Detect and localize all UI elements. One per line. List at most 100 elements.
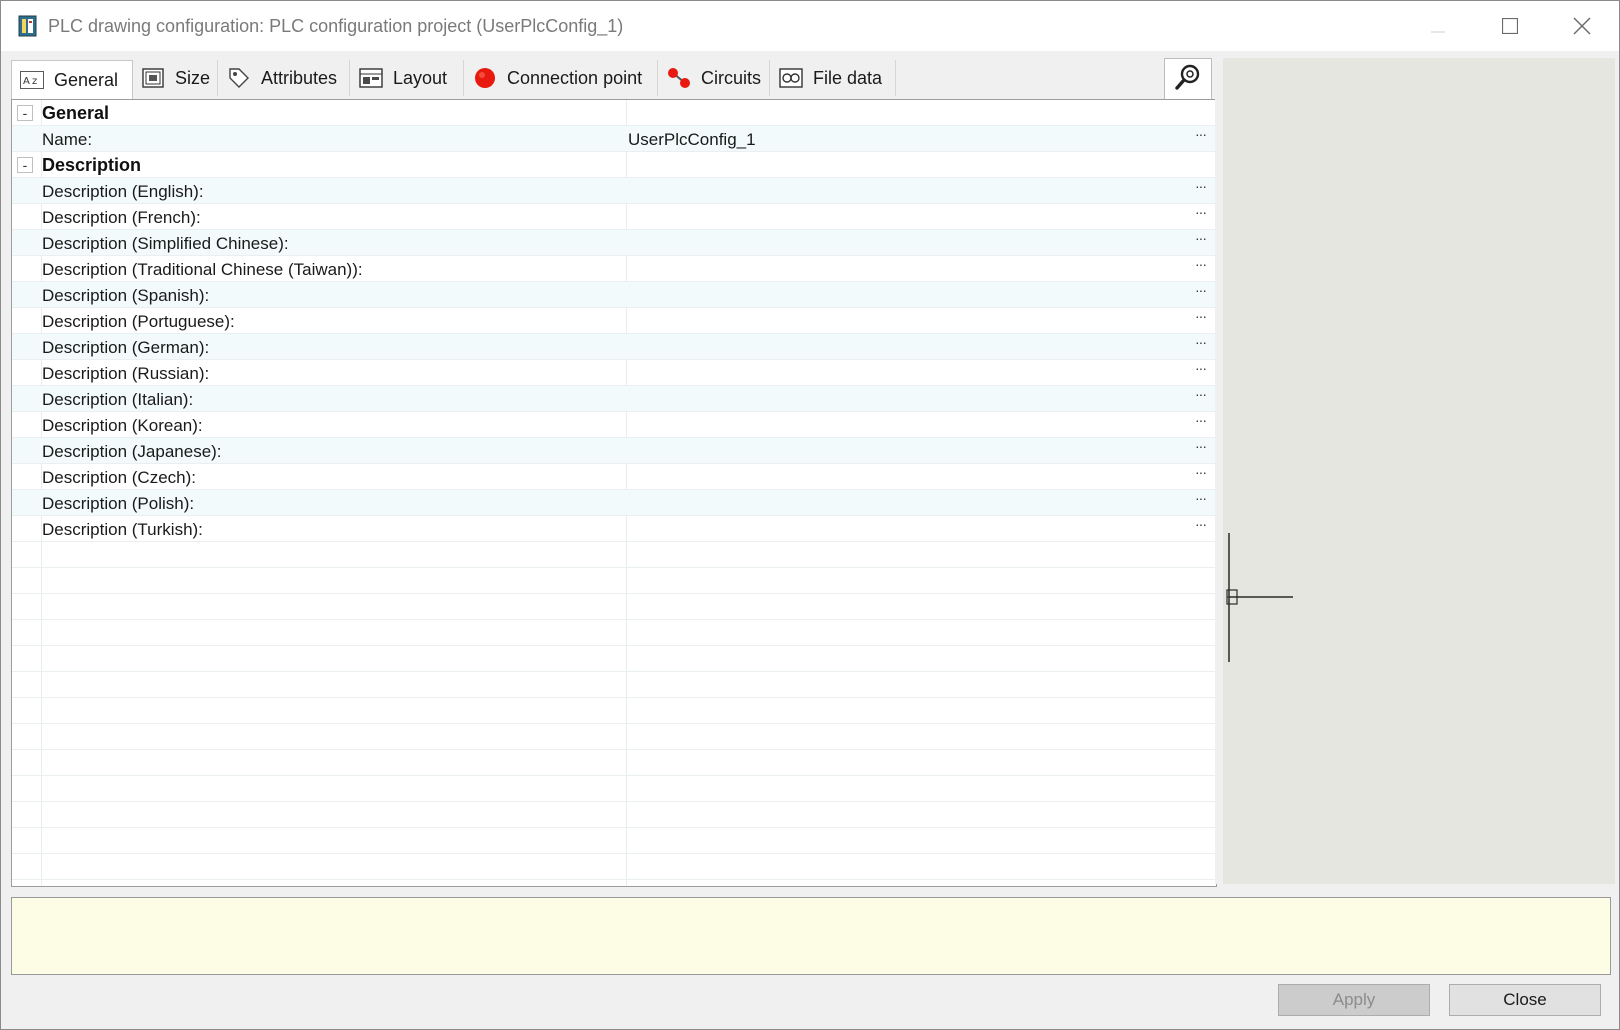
empty-grid-row <box>12 854 1216 880</box>
tab-file-data[interactable]: File data <box>771 60 896 96</box>
property-label: Description (Turkish): <box>42 520 203 539</box>
property-row-description[interactable]: Description (Italian): ··· <box>12 386 1216 412</box>
pane-gap <box>1215 58 1223 884</box>
tab-general[interactable]: Az General <box>11 60 133 99</box>
empty-grid-row <box>12 880 1216 886</box>
property-value[interactable]: UserPlcConfig_1 <box>628 130 756 150</box>
property-row-description[interactable]: Description (Traditional Chinese (Taiwan… <box>12 256 1216 282</box>
ellipsis-button[interactable]: ··· <box>1195 412 1207 428</box>
ellipsis-button[interactable]: ··· <box>1195 230 1207 246</box>
apply-button[interactable]: Apply <box>1278 984 1430 1016</box>
property-row-name[interactable]: Name: UserPlcConfig_1 ··· <box>12 126 1216 152</box>
property-row-description[interactable]: Description (English): ··· <box>12 178 1216 204</box>
message-box <box>11 897 1611 975</box>
property-row-description[interactable]: Description (Turkish): ··· <box>12 516 1216 542</box>
tab-label: Circuits <box>701 67 762 88</box>
property-row-description[interactable]: Description (Spanish): ··· <box>12 282 1216 308</box>
empty-grid-row <box>12 750 1216 776</box>
empty-grid-row <box>12 776 1216 802</box>
ellipsis-button[interactable]: ··· <box>1195 204 1207 220</box>
property-label: Description (Japanese): <box>42 442 222 461</box>
category-label: General <box>42 103 110 123</box>
ellipsis-button[interactable]: ··· <box>1195 386 1207 402</box>
tab-size[interactable]: Size <box>133 60 218 96</box>
collapse-toggle[interactable]: - <box>17 105 33 121</box>
close-window-button[interactable] <box>1549 1 1615 51</box>
empty-grid-row <box>12 542 1216 568</box>
layout-icon <box>359 67 383 89</box>
preview-pane[interactable] <box>1223 58 1615 884</box>
tab-label: Layout <box>393 67 448 88</box>
minimize-button[interactable] <box>1405 1 1471 51</box>
tab-label: Connection point <box>507 67 643 88</box>
find-button[interactable] <box>1164 58 1212 100</box>
property-label: Description (Spanish): <box>42 286 210 305</box>
ellipsis-button[interactable]: ··· <box>1195 464 1207 480</box>
ellipsis-button[interactable]: ··· <box>1195 516 1207 532</box>
property-label: Description (Italian): <box>42 390 194 409</box>
property-label: Description (Portuguese): <box>42 312 235 331</box>
empty-grid-row <box>12 568 1216 594</box>
preview-drawing <box>1226 533 1293 662</box>
ellipsis-button[interactable]: ··· <box>1195 282 1207 298</box>
ellipsis-button[interactable]: ··· <box>1195 256 1207 272</box>
property-label: Description (German): <box>42 338 210 357</box>
dialog-window: PLC drawing configuration: PLC configura… <box>0 0 1620 1030</box>
tab-connection-point[interactable]: Connection point <box>465 60 658 96</box>
title-bar[interactable]: PLC drawing configuration: PLC configura… <box>1 1 1619 51</box>
property-label: Description (French): <box>42 208 201 227</box>
property-row-description[interactable]: Description (Czech): ··· <box>12 464 1216 490</box>
size-icon <box>141 67 165 89</box>
property-row-description[interactable]: Description (Simplified Chinese): ··· <box>12 230 1216 256</box>
ellipsis-button[interactable]: ··· <box>1195 438 1207 454</box>
tab-circuits[interactable]: Circuits <box>659 60 770 96</box>
close-button[interactable]: Close <box>1449 984 1601 1016</box>
tab-strip: Az General Size Attributes Layout Connec… <box>11 60 1151 99</box>
property-grid[interactable]: - General Name: UserPlcConfig_1 ··· - De… <box>11 99 1217 887</box>
ellipsis-button[interactable]: ··· <box>1195 126 1207 142</box>
tab-layout[interactable]: Layout <box>351 60 464 96</box>
ellipsis-button[interactable]: ··· <box>1195 360 1207 376</box>
property-label: Description (English): <box>42 182 204 201</box>
property-label: Description (Simplified Chinese): <box>42 234 289 253</box>
empty-grid-row <box>12 802 1216 828</box>
property-row-description[interactable]: Description (Japanese): ··· <box>12 438 1216 464</box>
ellipsis-button[interactable]: ··· <box>1195 334 1207 350</box>
minimize-icon <box>1431 19 1445 33</box>
property-label: Name: <box>42 130 93 149</box>
ellipsis-button[interactable]: ··· <box>1195 490 1207 506</box>
app-icon <box>17 15 39 37</box>
tab-label: Size <box>175 67 211 88</box>
file-data-icon <box>779 67 803 89</box>
tag-icon <box>227 67 251 89</box>
collapse-toggle[interactable]: - <box>17 157 33 173</box>
empty-grid-row <box>12 672 1216 698</box>
svg-text:z: z <box>32 76 37 87</box>
close-icon <box>1573 17 1591 35</box>
category-row-description[interactable]: - Description <box>12 152 1216 178</box>
ellipsis-button[interactable]: ··· <box>1195 308 1207 324</box>
property-row-description[interactable]: Description (Korean): ··· <box>12 412 1216 438</box>
property-label: Description (Korean): <box>42 416 203 435</box>
ellipsis-button[interactable]: ··· <box>1195 178 1207 194</box>
property-row-description[interactable]: Description (Polish): ··· <box>12 490 1216 516</box>
maximize-button[interactable] <box>1477 1 1543 51</box>
property-label: Description (Russian): <box>42 364 210 383</box>
property-row-description[interactable]: Description (Portuguese): ··· <box>12 308 1216 334</box>
category-row-general[interactable]: - General <box>12 100 1216 126</box>
window-title: PLC drawing configuration: PLC configura… <box>48 16 624 36</box>
circuit-icon <box>667 67 691 89</box>
empty-grid-row <box>12 828 1216 854</box>
property-row-description[interactable]: Description (German): ··· <box>12 334 1216 360</box>
empty-grid-row <box>12 646 1216 672</box>
property-label: Description (Polish): <box>42 494 195 513</box>
property-row-description[interactable]: Description (Russian): ··· <box>12 360 1216 386</box>
search-icon <box>1174 63 1202 96</box>
empty-grid-row <box>12 620 1216 646</box>
property-label: Description (Czech): <box>42 468 196 487</box>
empty-grid-row <box>12 724 1216 750</box>
property-row-description[interactable]: Description (French): ··· <box>12 204 1216 230</box>
empty-grid-row <box>12 594 1216 620</box>
tab-label: Attributes <box>261 67 338 88</box>
tab-attributes[interactable]: Attributes <box>219 60 350 96</box>
